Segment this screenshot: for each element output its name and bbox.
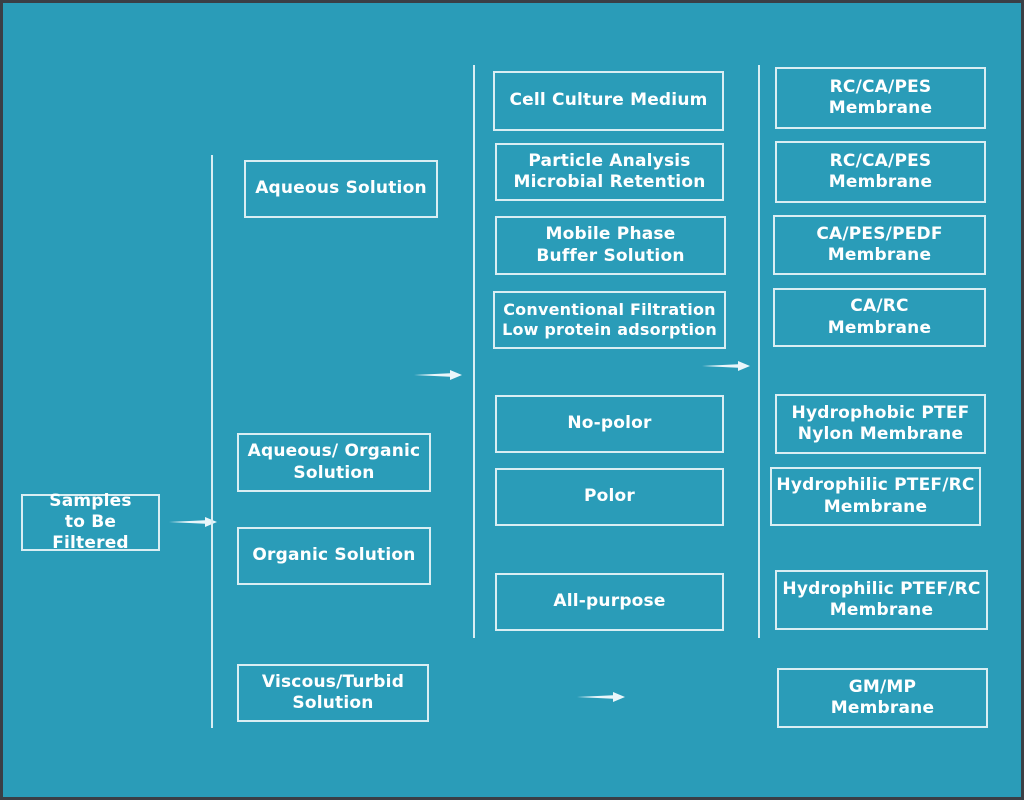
flowchart-canvas: Samples to Be Filtered Aqueous Solution … [0,0,1024,800]
node-membrane-ca-pes-pedf: CA/PES/PEDF Membrane [773,215,986,275]
node-organic-solution: Organic Solution [237,527,431,585]
node-viscous-turbid-solution: Viscous/Turbid Solution [237,664,429,722]
node-aqueous-solution: Aqueous Solution [244,160,438,218]
node-membrane-hydrophobic-ptef-nylon: Hydrophobic PTEF Nylon Membrane [775,394,986,454]
spine-applications [473,65,475,638]
node-no-polor: No-polor [495,395,724,453]
node-membrane-gm-mp: GM/MP Membrane [777,668,988,728]
arrow-viscous-to-membrane [577,690,625,704]
arrow-applications-to-membranes [702,359,750,373]
node-membrane-rc-ca-pes-2: RC/CA/PES Membrane [775,141,986,203]
node-mobile-phase: Mobile Phase Buffer Solution [495,216,726,275]
spine-sample-types [211,155,213,728]
arrow-sample-types-to-applications [414,368,462,382]
node-conventional-filtration: Conventional Filtration Low protein adso… [493,291,726,349]
node-samples-to-be-filtered: Samples to Be Filtered [21,491,160,553]
node-all-purpose: All-purpose [495,573,724,631]
node-membrane-hydrophilic-ptef-rc-2: Hydrophilic PTEF/RC Membrane [775,570,988,630]
spine-membranes [758,65,760,638]
node-membrane-rc-ca-pes-1: RC/CA/PES Membrane [775,67,986,129]
arrow-start-to-sample-types [169,515,217,529]
node-cell-culture-medium: Cell Culture Medium [493,71,724,131]
node-membrane-hydrophilic-ptef-rc-1: Hydrophilic PTEF/RC Membrane [770,467,981,526]
node-aqueous-organic-solution: Aqueous/ Organic Solution [237,433,431,492]
node-particle-analysis: Particle Analysis Microbial Retention [495,143,724,201]
node-membrane-ca-rc: CA/RC Membrane [773,288,986,347]
node-polor: Polor [495,468,724,526]
